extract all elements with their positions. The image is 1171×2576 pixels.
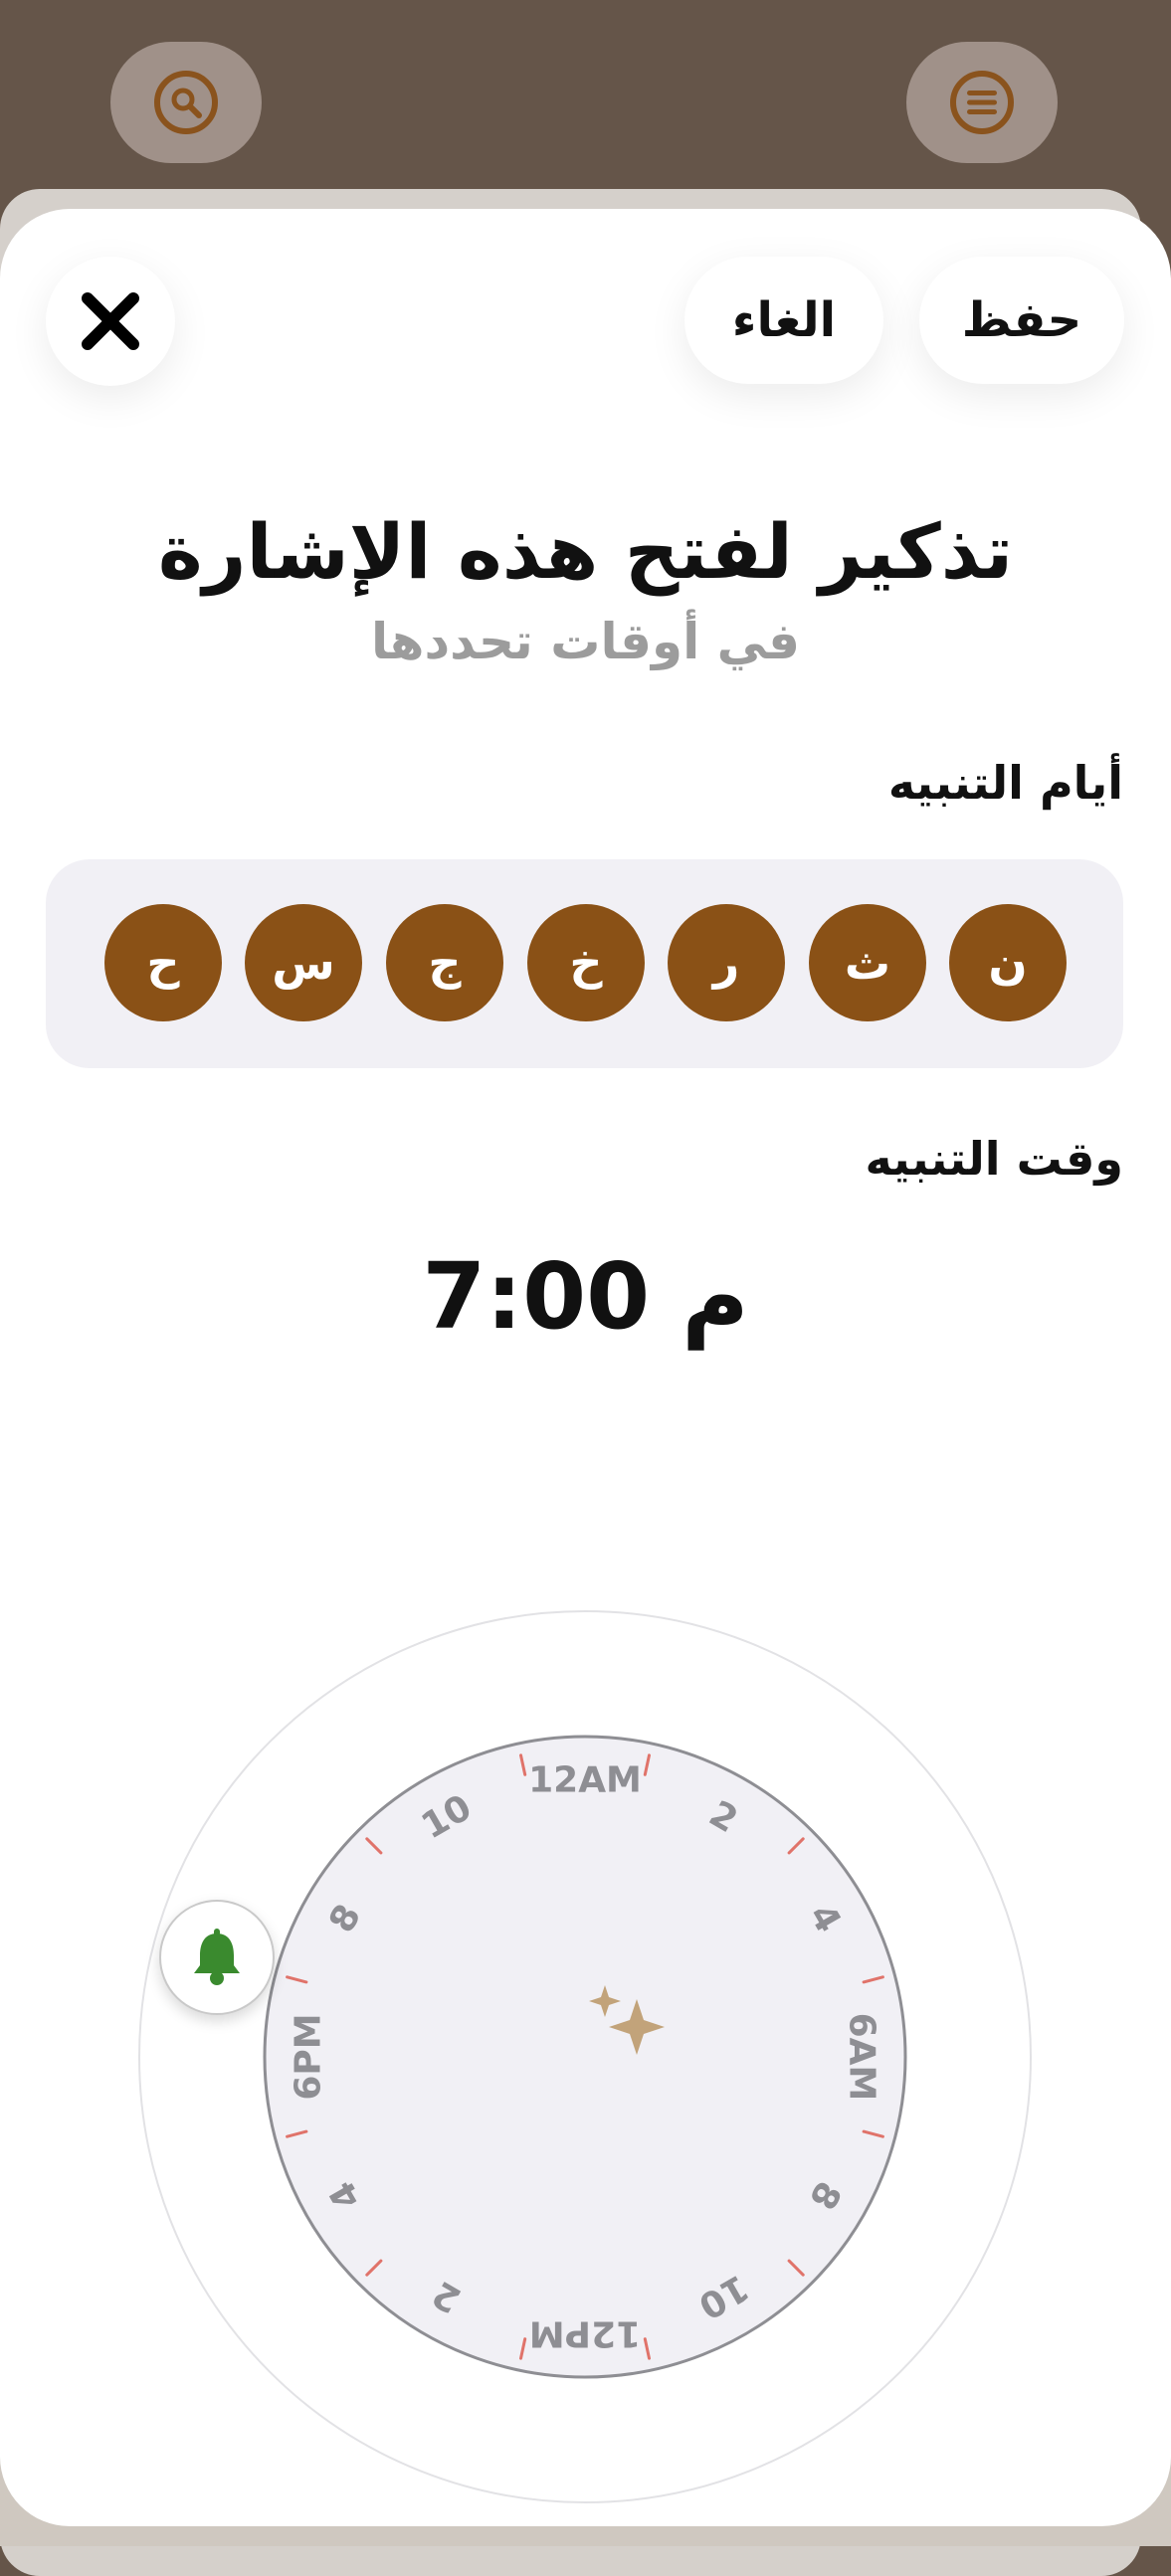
- alert-time-label: وقت التنبيه: [865, 1132, 1123, 1186]
- cancel-button[interactable]: الغاء: [684, 257, 883, 384]
- selected-time: 7:00 م: [0, 1243, 1171, 1350]
- hour-label: 6AM: [842, 2013, 882, 2102]
- hour-label: 12AM: [528, 1760, 642, 1801]
- search-icon: [154, 71, 218, 134]
- alarm-handle[interactable]: [159, 1900, 275, 2015]
- day-toggle[interactable]: ح: [104, 904, 222, 1021]
- day-toggle[interactable]: ن: [949, 904, 1067, 1021]
- day-toggle[interactable]: س: [245, 904, 362, 1021]
- menu-button[interactable]: [906, 42, 1058, 163]
- search-button[interactable]: [110, 42, 262, 163]
- day-toggle[interactable]: ر: [668, 904, 785, 1021]
- save-button[interactable]: حفظ: [919, 257, 1124, 384]
- dial-face: 12AM 2 4 6AM 8 10 12PM 2 4 6PM 8 10: [138, 1610, 1032, 2503]
- bell-icon: [194, 1929, 240, 1985]
- close-button[interactable]: [46, 257, 175, 386]
- day-toggle[interactable]: ث: [809, 904, 926, 1021]
- alert-days-label: أيام التنبيه: [887, 756, 1123, 810]
- hour-label: 6PM: [289, 2013, 329, 2100]
- close-icon: [82, 292, 139, 350]
- reminder-sheet: الغاء حفظ تذكير لفتح هذه الإشارة في أوقا…: [0, 209, 1171, 2526]
- hour-label: 12PM: [529, 2313, 641, 2354]
- page-subtitle: في أوقات تحددها: [371, 613, 800, 670]
- page-title: تذكير لفتح هذه الإشارة: [157, 507, 1014, 596]
- time-value: 7:00: [422, 1243, 651, 1350]
- menu-icon: [950, 71, 1014, 134]
- days-selector: ح س ج خ ر ث ن: [46, 859, 1123, 1068]
- day-toggle[interactable]: ج: [386, 904, 503, 1021]
- time-period: م: [682, 1243, 749, 1350]
- day-toggle[interactable]: خ: [527, 904, 645, 1021]
- time-dial[interactable]: 12AM 2 4 6AM 8 10 12PM 2 4 6PM 8 10: [137, 1609, 1033, 2504]
